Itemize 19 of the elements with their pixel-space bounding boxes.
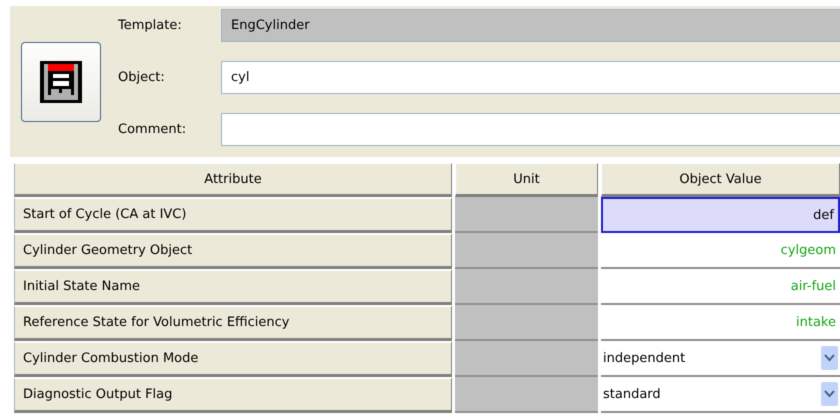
attribute-cell: Cylinder Combustion Mode xyxy=(14,341,452,377)
template-icon xyxy=(39,60,83,104)
attribute-cell: Cylinder Geometry Object xyxy=(14,233,452,269)
chevron-down-icon xyxy=(821,382,838,406)
text-field[interactable] xyxy=(221,113,840,146)
attribute-cell: Initial State Name xyxy=(14,269,452,305)
template-button[interactable] xyxy=(21,42,101,122)
attribute-cell: Start of Cycle (CA at IVC) xyxy=(14,197,452,233)
attribute-cell: Reference State for Volumetric Efficiency xyxy=(14,305,452,341)
value-cell[interactable]: def xyxy=(601,197,840,233)
column-header[interactable]: Object Value xyxy=(601,163,840,197)
field-label: Template: xyxy=(118,18,183,33)
attribute-cell: Diagnostic Output Flag xyxy=(14,377,452,413)
column-header[interactable]: Attribute xyxy=(14,163,452,197)
text-field[interactable]: cyl xyxy=(221,61,840,94)
chevron-down-icon xyxy=(821,346,838,370)
field-label: Object: xyxy=(118,70,166,85)
column-header[interactable]: Unit xyxy=(455,163,598,197)
field-label: Comment: xyxy=(118,122,188,137)
